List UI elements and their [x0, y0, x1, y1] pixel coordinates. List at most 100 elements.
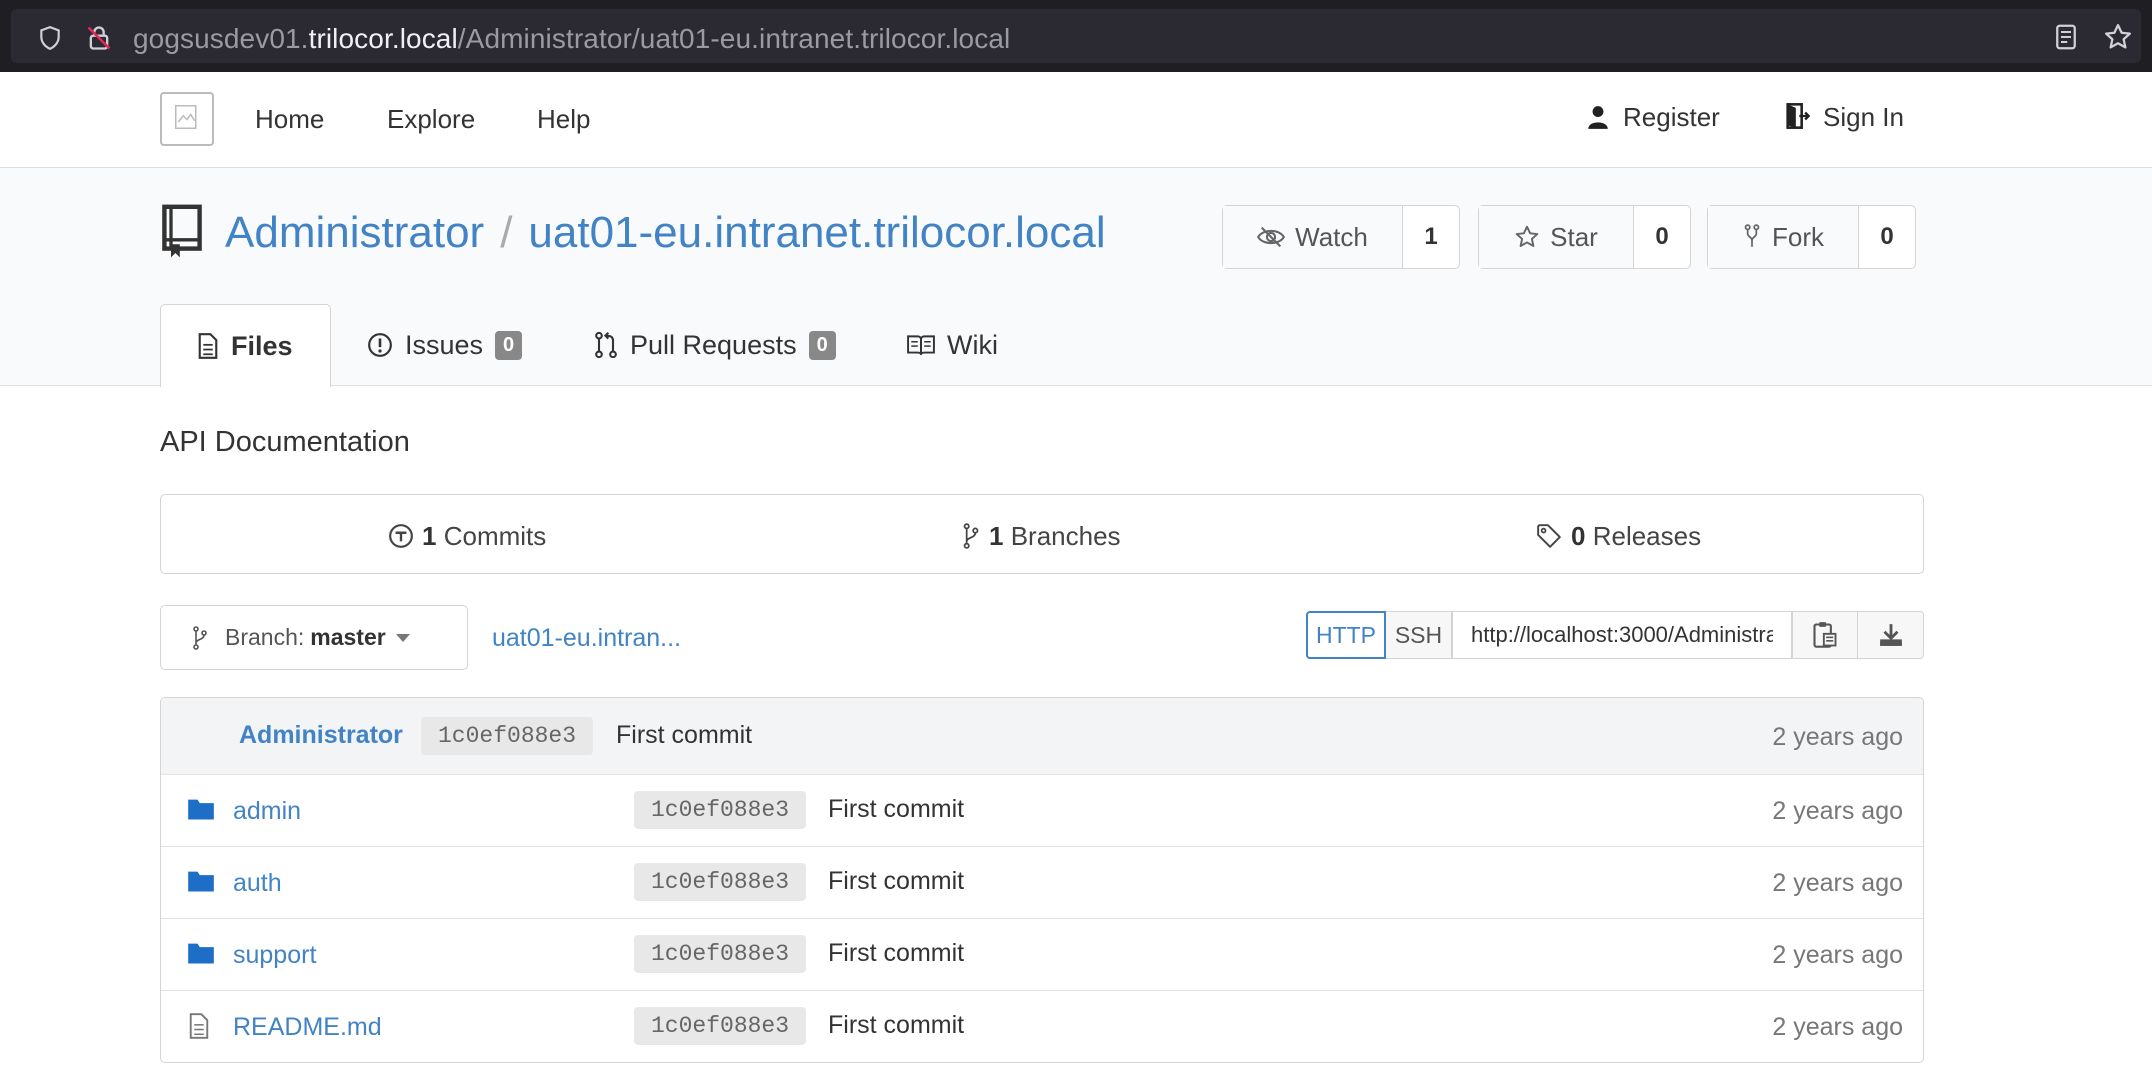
- table-row[interactable]: admin 1c0ef088e3 First commit 2 years ag…: [161, 774, 1923, 846]
- repo-book-icon: [162, 204, 202, 258]
- site-logo[interactable]: [160, 92, 214, 146]
- nav-home[interactable]: Home: [255, 104, 324, 135]
- browser-toolbar: gogsusdev01.trilocor.local/Administrator…: [0, 0, 2152, 72]
- commit-sha-link[interactable]: 1c0ef088e3: [421, 717, 594, 755]
- file-commit-message[interactable]: First commit: [828, 939, 964, 968]
- url-path: /Administrator/uat01-eu.intranet.triloco…: [457, 23, 1011, 54]
- repo-title: Administrator / uat01-eu.intranet.trilocor…: [225, 208, 1106, 258]
- file-name-link[interactable]: admin: [233, 797, 301, 826]
- ssh-protocol-button[interactable]: SSH: [1386, 611, 1452, 659]
- tab-files-label: Files: [231, 330, 293, 361]
- tab-issues-label: Issues: [405, 329, 484, 360]
- file-text-icon: [198, 333, 218, 359]
- folder-icon: [188, 799, 214, 820]
- clone-panel: HTTP SSH: [1306, 611, 1924, 659]
- branch-name: master: [310, 624, 386, 650]
- nav-explore[interactable]: Explore: [387, 104, 475, 135]
- clone-url-input[interactable]: [1452, 611, 1792, 659]
- branch-icon: [963, 523, 979, 549]
- file-commit-message[interactable]: First commit: [828, 795, 964, 824]
- pulls-count-badge: 0: [808, 330, 836, 360]
- commit-age: 2 years ago: [1772, 723, 1903, 751]
- file-name-link[interactable]: auth: [233, 869, 282, 898]
- star-button[interactable]: Star: [1479, 206, 1634, 268]
- history-icon: [389, 524, 413, 548]
- branches-label: Branches: [1010, 521, 1121, 551]
- folder-icon: [188, 943, 214, 964]
- issue-icon: [368, 333, 392, 357]
- fork-icon: [1744, 224, 1760, 247]
- tab-wiki[interactable]: Wiki: [907, 304, 998, 386]
- file-commit-age: 2 years ago: [1772, 1013, 1903, 1041]
- bookmark-star-icon[interactable]: [2103, 22, 2133, 52]
- releases-stat[interactable]: 0 Releases: [1535, 521, 1701, 552]
- folder-icon: [188, 871, 214, 892]
- file-commit-age: 2 years ago: [1772, 941, 1903, 969]
- repo-header: Administrator / uat01-eu.intranet.trilocor…: [0, 168, 2152, 387]
- file-commit-sha[interactable]: 1c0ef088e3: [634, 863, 807, 901]
- table-row[interactable]: auth 1c0ef088e3 First commit 2 years ago: [161, 846, 1923, 918]
- fork-button[interactable]: Fork: [1708, 206, 1859, 268]
- register-label: Register: [1623, 102, 1720, 132]
- tab-pull-requests[interactable]: Pull Requests 0: [594, 304, 836, 386]
- watch-count[interactable]: 1: [1403, 206, 1459, 268]
- copy-url-button[interactable]: [1792, 611, 1858, 659]
- insecure-lock-icon[interactable]: [85, 24, 113, 52]
- url-host: trilocor.local: [308, 23, 458, 54]
- branches-count: 1: [989, 521, 1004, 551]
- http-protocol-button[interactable]: HTTP: [1306, 611, 1386, 659]
- watch-button[interactable]: Watch: [1223, 206, 1403, 268]
- file-name-link[interactable]: support: [233, 941, 316, 970]
- book-open-icon: [907, 335, 935, 355]
- commits-stat[interactable]: 1 Commits: [388, 521, 546, 552]
- branch-label: Branch:: [225, 624, 305, 650]
- shield-icon[interactable]: [37, 25, 63, 51]
- table-row[interactable]: support 1c0ef088e3 First commit 2 years …: [161, 918, 1923, 990]
- download-button[interactable]: [1858, 611, 1924, 659]
- releases-count: 0: [1571, 521, 1586, 551]
- branch-dropdown[interactable]: Branch: master: [160, 605, 468, 670]
- file-commit-sha[interactable]: 1c0ef088e3: [634, 791, 807, 829]
- file-commit-sha[interactable]: 1c0ef088e3: [634, 1007, 807, 1045]
- commits-label: Commits: [443, 521, 547, 551]
- file-commit-sha[interactable]: 1c0ef088e3: [634, 935, 807, 973]
- address-bar[interactable]: gogsusdev01.trilocor.local/Administrator…: [11, 9, 2141, 63]
- fork-count[interactable]: 0: [1859, 206, 1915, 268]
- issues-count-badge: 0: [495, 330, 523, 360]
- nav-help[interactable]: Help: [537, 104, 590, 135]
- repo-name-link[interactable]: uat01-eu.intranet.trilocor.local: [528, 208, 1105, 257]
- file-commit-age: 2 years ago: [1772, 869, 1903, 897]
- tag-icon: [1537, 524, 1561, 548]
- user-icon: [1588, 106, 1608, 129]
- tab-pulls-label: Pull Requests: [630, 329, 797, 360]
- tab-files[interactable]: Files: [160, 304, 331, 387]
- repo-title-separator: /: [500, 208, 513, 257]
- tab-wiki-label: Wiki: [947, 329, 998, 360]
- pull-request-icon: [595, 331, 617, 359]
- file-commit-message[interactable]: First commit: [828, 867, 964, 896]
- file-name-link[interactable]: README.md: [233, 1013, 382, 1042]
- branches-stat[interactable]: 1 Branches: [961, 521, 1121, 552]
- commits-count: 1: [422, 521, 437, 551]
- releases-label: Releases: [1592, 521, 1702, 551]
- tab-issues[interactable]: Issues 0: [367, 304, 523, 386]
- dropdown-caret-icon: [395, 633, 410, 642]
- commit-message: First commit: [616, 721, 753, 749]
- star-count[interactable]: 0: [1634, 206, 1690, 268]
- table-row[interactable]: README.md 1c0ef088e3 First commit 2 year…: [161, 990, 1923, 1062]
- broken-image-icon: [175, 105, 197, 129]
- site-header: Home Explore Help Register Sign In: [0, 72, 2152, 168]
- watch-group: Watch 1: [1222, 205, 1460, 269]
- repo-breadcrumb-link[interactable]: uat01-eu.intran...: [492, 624, 681, 653]
- commit-author-link[interactable]: Administrator: [239, 721, 403, 750]
- watch-label: Watch: [1295, 221, 1368, 252]
- sign-in-link[interactable]: Sign In: [1783, 102, 1904, 133]
- file-commit-age: 2 years ago: [1772, 797, 1903, 825]
- register-link[interactable]: Register: [1585, 102, 1720, 133]
- branch-icon: [193, 625, 207, 650]
- repo-owner-link[interactable]: Administrator: [225, 208, 484, 257]
- url-text: gogsusdev01.trilocor.local/Administrator…: [133, 23, 1010, 55]
- latest-commit-row: Administrator 1c0ef088e3 First commit 2 …: [161, 698, 1923, 774]
- file-commit-message[interactable]: First commit: [828, 1011, 964, 1040]
- reader-view-icon[interactable]: [2051, 22, 2081, 52]
